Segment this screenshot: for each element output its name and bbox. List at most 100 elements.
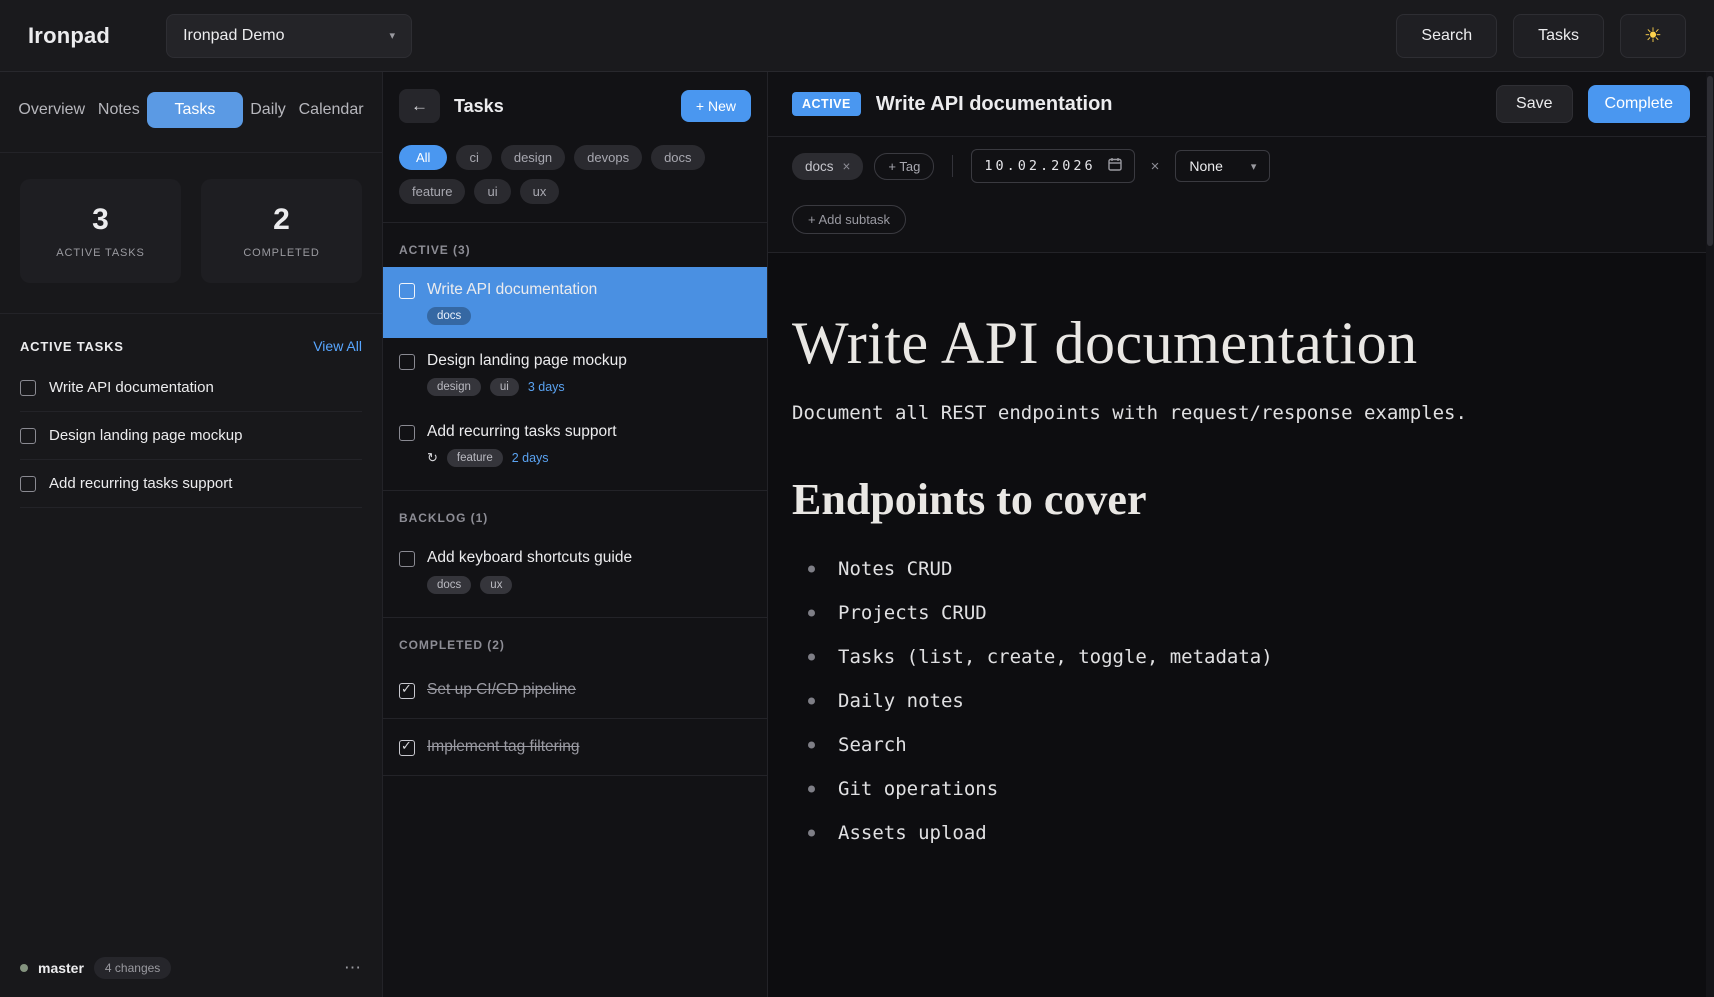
sidebar: Overview Notes Tasks Daily Calendar 3 AC… xyxy=(0,72,383,997)
doc-bullet-list: Notes CRUD Projects CRUD Tasks (list, cr… xyxy=(792,547,1654,855)
recurring-icon: ↻ xyxy=(427,450,438,466)
doc-bullet: Daily notes xyxy=(792,679,1654,723)
task-row-body: Add keyboard shortcuts guide docs ux xyxy=(427,548,632,593)
app-logo: Ironpad xyxy=(28,23,110,49)
task-checkbox[interactable] xyxy=(399,551,415,567)
branch-status-dot xyxy=(20,964,28,972)
divider xyxy=(952,155,953,177)
add-subtask-button[interactable]: + Add subtask xyxy=(792,205,906,234)
tag-chip-docs[interactable]: docs × xyxy=(792,153,863,180)
view-all-link[interactable]: View All xyxy=(313,338,362,354)
task-row-selected[interactable]: Write API documentation docs xyxy=(383,267,767,338)
recurrence-select[interactable]: None ▾ xyxy=(1175,150,1270,182)
tag-chip: docs xyxy=(427,576,471,594)
stat-label: COMPLETED xyxy=(209,247,354,259)
filter-chip-devops[interactable]: devops xyxy=(574,145,642,170)
remove-tag-icon[interactable]: × xyxy=(843,159,851,174)
recurrence-value: None xyxy=(1189,158,1222,174)
app-body: Overview Notes Tasks Daily Calendar 3 AC… xyxy=(0,72,1714,997)
stat-label: ACTIVE TASKS xyxy=(28,247,173,259)
doc-intro: Document all REST endpoints with request… xyxy=(792,402,1654,424)
clear-date-icon[interactable]: × xyxy=(1151,158,1160,175)
task-title: Set up CI/CD pipeline xyxy=(427,680,576,700)
detail-meta-bar: docs × + Tag 10.02.2026 × None ▾ xyxy=(768,137,1714,195)
due-label: 3 days xyxy=(528,380,565,394)
doc-bullet: Tasks (list, create, toggle, metadata) xyxy=(792,635,1654,679)
stat-card-active-tasks: 3 ACTIVE TASKS xyxy=(20,179,181,283)
doc-bullet: Notes CRUD xyxy=(792,547,1654,591)
task-checkbox[interactable] xyxy=(399,354,415,370)
stat-value: 3 xyxy=(28,203,173,237)
task-row-completed[interactable]: Set up CI/CD pipeline xyxy=(383,662,767,719)
stat-value: 2 xyxy=(209,203,354,237)
filter-chip-ux[interactable]: ux xyxy=(520,179,560,204)
filter-chip-feature[interactable]: feature xyxy=(399,179,465,204)
task-row-body: Write API documentation docs xyxy=(427,280,597,325)
document-preview: Write API documentation Document all RES… xyxy=(768,253,1714,997)
active-tasks-section: ACTIVE TASKS View All Write API document… xyxy=(0,314,382,939)
task-title: Write API documentation xyxy=(427,280,597,300)
task-meta-row: docs xyxy=(427,307,597,325)
task-checkbox[interactable] xyxy=(399,283,415,299)
task-title: Write API documentation xyxy=(49,379,214,396)
task-row[interactable]: Design landing page mockup design ui 3 d… xyxy=(383,338,767,409)
back-button[interactable]: ← xyxy=(399,89,440,123)
chevron-down-icon: ▾ xyxy=(1251,160,1257,173)
task-meta-row: docs ux xyxy=(427,576,632,594)
filter-chip-ci[interactable]: ci xyxy=(456,145,491,170)
task-row[interactable]: Add keyboard shortcuts guide docs ux xyxy=(383,535,767,606)
list-item[interactable]: Add recurring tasks support xyxy=(20,460,362,508)
task-title: Add recurring tasks support xyxy=(427,422,617,442)
task-title: Add recurring tasks support xyxy=(49,475,232,492)
task-checkbox-checked[interactable] xyxy=(399,683,415,699)
detail-header: ACTIVE Write API documentation Save Comp… xyxy=(768,72,1714,137)
sidebar-item-daily[interactable]: Daily xyxy=(244,93,292,127)
list-item[interactable]: Write API documentation xyxy=(20,364,362,412)
task-checkbox[interactable] xyxy=(20,476,36,492)
add-tag-button[interactable]: + Tag xyxy=(874,153,934,180)
sidebar-item-tasks[interactable]: Tasks xyxy=(147,92,244,128)
sidebar-item-calendar[interactable]: Calendar xyxy=(293,93,370,127)
search-button[interactable]: Search xyxy=(1396,14,1497,58)
task-checkbox[interactable] xyxy=(20,380,36,396)
due-date-input[interactable]: 10.02.2026 xyxy=(971,149,1134,183)
task-row[interactable]: Add recurring tasks support ↻ feature 2 … xyxy=(383,409,767,480)
task-checkbox[interactable] xyxy=(20,428,36,444)
save-button[interactable]: Save xyxy=(1496,85,1572,123)
doc-bullet: Assets upload xyxy=(792,811,1654,855)
doc-bullet: Git operations xyxy=(792,767,1654,811)
list-item[interactable]: Design landing page mockup xyxy=(20,412,362,460)
sidebar-nav: Overview Notes Tasks Daily Calendar xyxy=(0,72,382,153)
section-header-backlog: BACKLOG (1) xyxy=(383,490,767,535)
task-row-completed[interactable]: Implement tag filtering xyxy=(383,719,767,776)
doc-subheading: Endpoints to cover xyxy=(792,474,1654,525)
tag-chip: design xyxy=(427,378,481,396)
task-checkbox[interactable] xyxy=(399,425,415,441)
filter-chip-all[interactable]: All xyxy=(399,145,447,170)
filter-chip-design[interactable]: design xyxy=(501,145,565,170)
sidebar-item-overview[interactable]: Overview xyxy=(12,93,91,127)
tag-label: docs xyxy=(805,159,834,174)
doc-heading: Write API documentation xyxy=(792,309,1654,378)
new-task-button[interactable]: + New xyxy=(681,90,751,122)
scrollbar-thumb[interactable] xyxy=(1707,76,1713,246)
complete-button[interactable]: Complete xyxy=(1588,85,1690,123)
calendar-icon xyxy=(1108,157,1122,175)
more-menu-icon[interactable]: ⋯ xyxy=(344,958,362,978)
sidebar-item-notes[interactable]: Notes xyxy=(92,93,146,127)
project-selector[interactable]: Ironpad Demo ▾ xyxy=(166,14,412,58)
task-meta-row: ↻ feature 2 days xyxy=(427,449,617,467)
task-row-body: Add recurring tasks support ↻ feature 2 … xyxy=(427,422,617,467)
task-checkbox-checked[interactable] xyxy=(399,740,415,756)
scrollbar-track[interactable] xyxy=(1706,72,1714,997)
theme-toggle-button[interactable]: ☀ xyxy=(1620,14,1686,58)
tag-chip: ui xyxy=(490,378,519,396)
tasks-button[interactable]: Tasks xyxy=(1513,14,1604,58)
branch-name: master xyxy=(38,960,84,976)
task-title: Design landing page mockup xyxy=(427,351,627,371)
filter-chip-docs[interactable]: docs xyxy=(651,145,704,170)
task-detail-panel: ACTIVE Write API documentation Save Comp… xyxy=(768,72,1714,997)
filter-chip-ui[interactable]: ui xyxy=(474,179,510,204)
status-badge: ACTIVE xyxy=(792,92,861,116)
task-title: Design landing page mockup xyxy=(49,427,242,444)
